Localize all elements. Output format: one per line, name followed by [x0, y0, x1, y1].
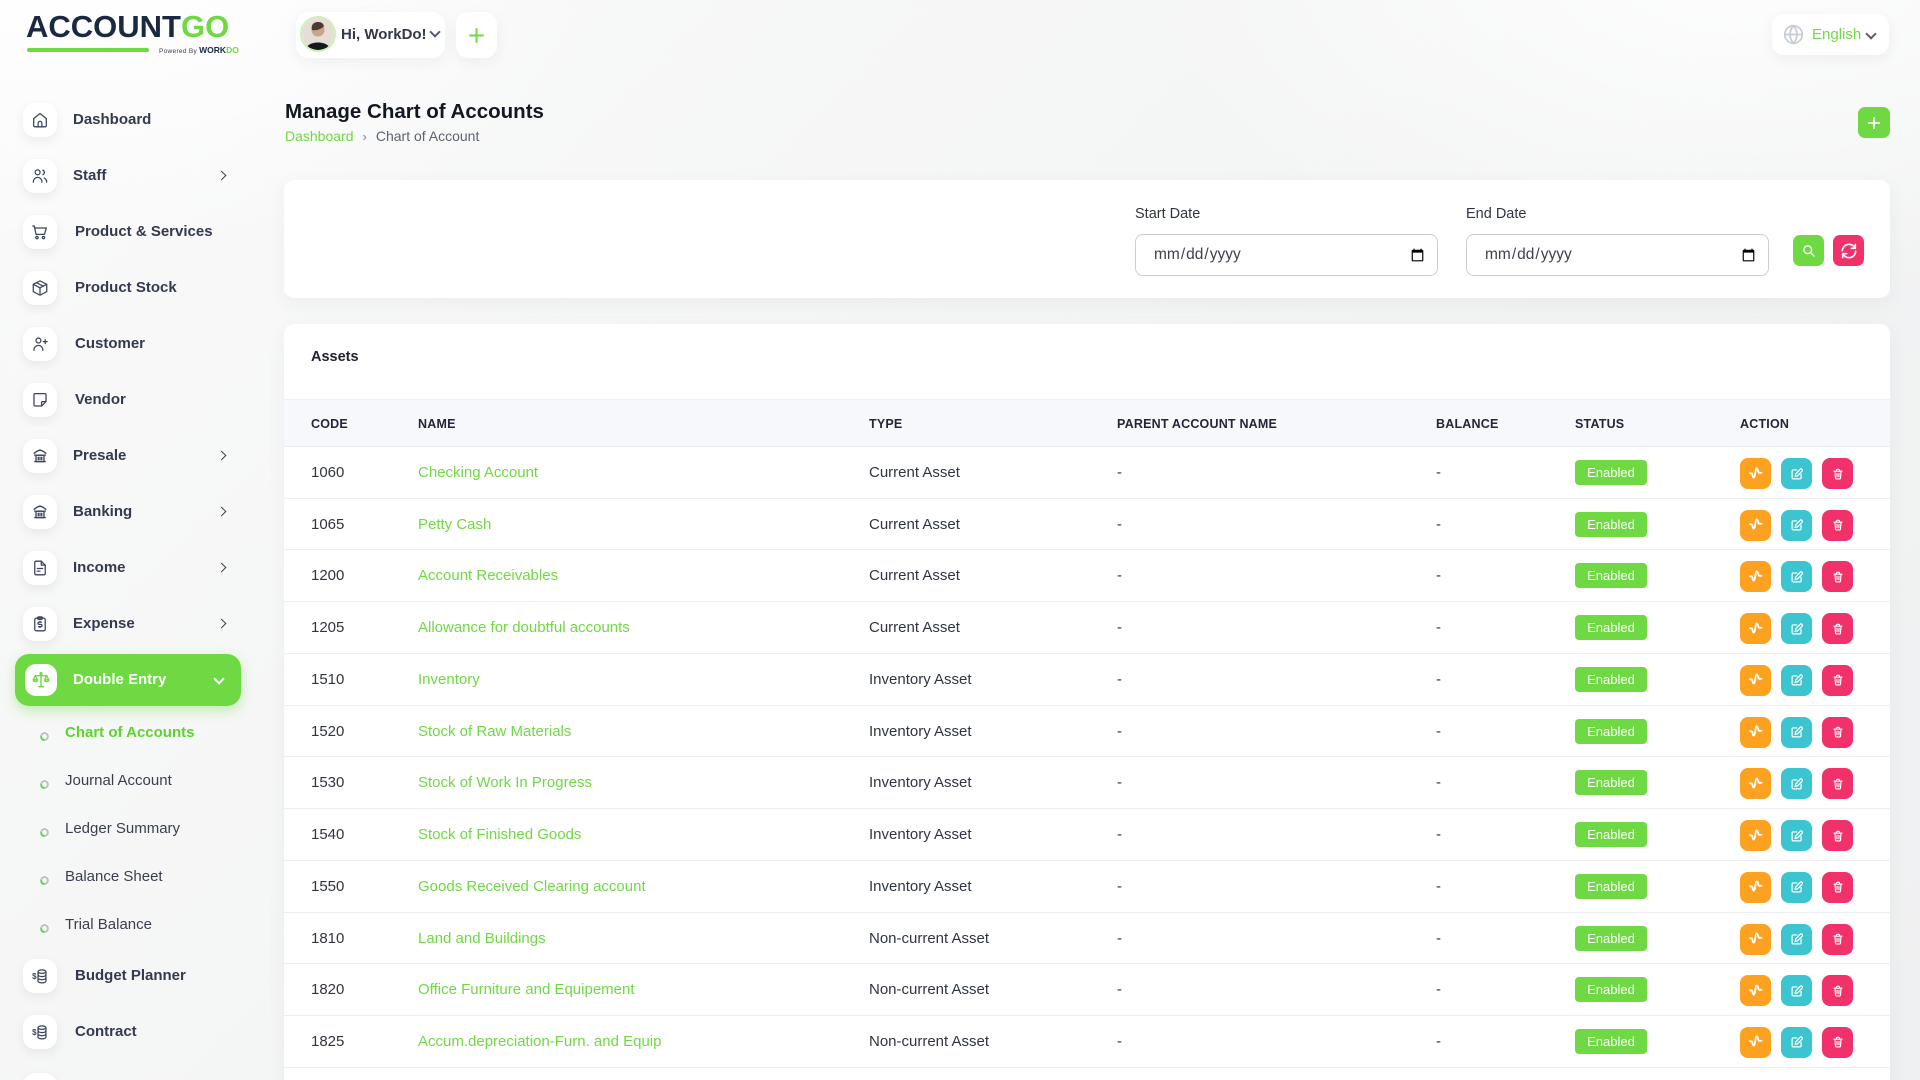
svg-text:$: $: [32, 1028, 37, 1037]
svg-text:$: $: [32, 972, 37, 981]
